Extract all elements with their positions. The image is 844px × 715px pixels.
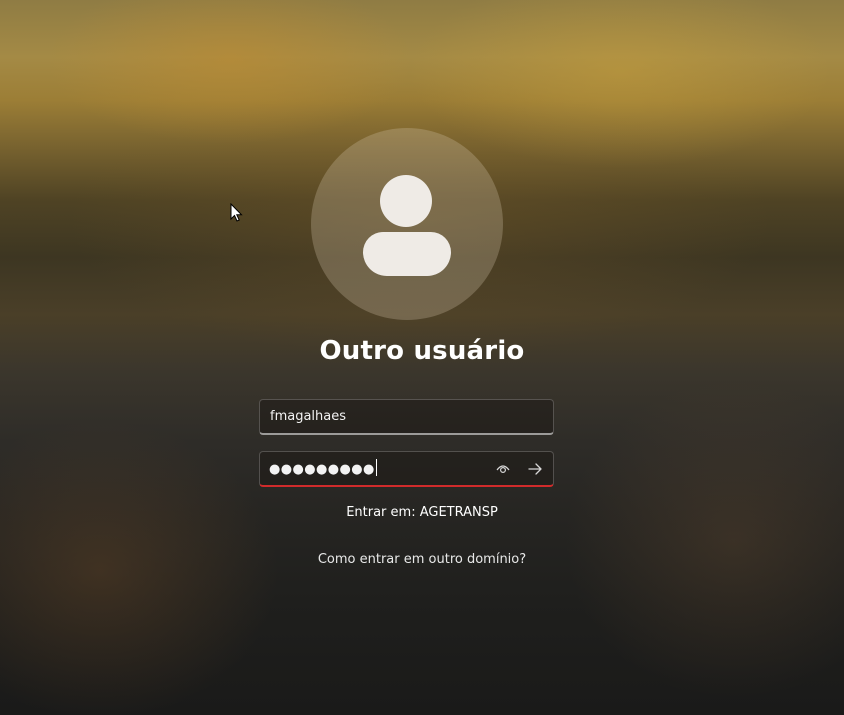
user-title: Outro usuário (319, 336, 525, 366)
other-domain-link[interactable]: Como entrar em outro domínio? (0, 552, 844, 567)
text-caret (375, 459, 377, 476)
arrow-right-icon (528, 463, 542, 475)
sign-in-domain-text: Entrar em: AGETRANSP (346, 505, 498, 520)
avatar-body-icon (363, 232, 451, 276)
lock-screen: Outro usuário fmagalhaes ●●●●●●●●● Entra… (0, 0, 844, 715)
password-dots: ●●●●●●●●● (269, 462, 375, 477)
eye-icon (496, 465, 510, 474)
password-mask: ●●●●●●●●● (269, 459, 377, 477)
submit-button[interactable] (524, 459, 546, 479)
user-avatar (311, 128, 503, 320)
reveal-password-button[interactable] (492, 460, 514, 478)
mouse-pointer-icon (230, 202, 244, 223)
password-field[interactable]: ●●●●●●●●● (259, 451, 554, 487)
background-glow-left (0, 420, 280, 715)
background-glow-right (564, 380, 844, 700)
username-field[interactable]: fmagalhaes (259, 399, 554, 435)
avatar-head-icon (380, 175, 432, 227)
username-value: fmagalhaes (270, 409, 347, 424)
